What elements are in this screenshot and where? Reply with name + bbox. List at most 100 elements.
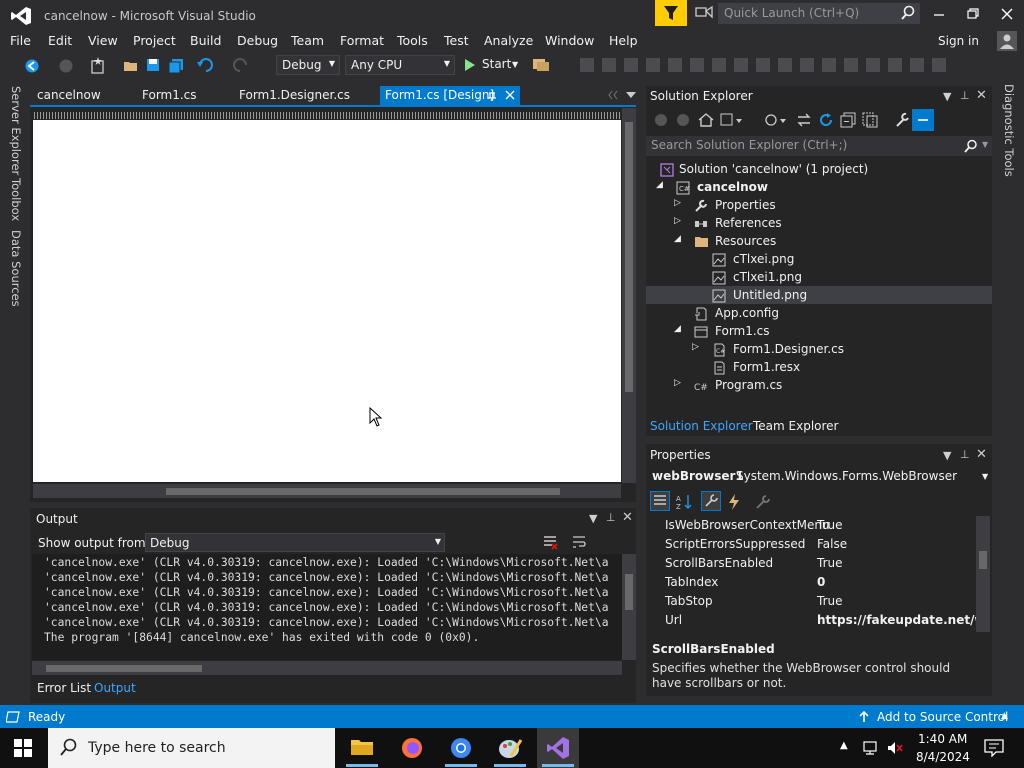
menu-build[interactable]: Build	[190, 33, 221, 48]
tray-chevron-up-icon[interactable]: ▲	[840, 740, 848, 751]
visual-studio-taskbar-button[interactable]	[537, 728, 579, 768]
menu-window[interactable]: Window	[545, 33, 594, 48]
windows-start-icon[interactable]	[14, 739, 32, 757]
browser-link-icon[interactable]	[532, 57, 552, 73]
property-row-tabindex[interactable]: TabIndex 0	[650, 573, 976, 592]
categorized-button[interactable]	[650, 491, 670, 511]
properties-vertical-scrollbar[interactable]	[976, 516, 990, 632]
tab-output[interactable]: Output	[94, 681, 136, 695]
wrench-icon[interactable]	[894, 112, 910, 128]
property-pages-icon[interactable]	[754, 493, 772, 511]
data-sources-tab[interactable]: Data Sources	[9, 230, 23, 307]
menu-tools[interactable]: Tools	[397, 33, 428, 48]
collapsed-arrow-icon[interactable]: ▷	[692, 342, 699, 352]
minimize-icon[interactable]	[930, 6, 948, 22]
tab-form1-designer-cs[interactable]: Form1.Designer.cs	[239, 88, 350, 105]
alphabetical-icon[interactable]: AZ	[675, 493, 693, 511]
menu-view[interactable]: View	[88, 33, 118, 48]
menu-test[interactable]: Test	[444, 33, 469, 48]
tab-list-dropdown-icon[interactable]	[626, 92, 636, 99]
designer-vertical-scroll-thumb[interactable]	[625, 122, 633, 392]
collapsed-arrow-icon[interactable]: ▷	[674, 216, 681, 226]
close-panel-icon[interactable]: ✕	[976, 88, 987, 103]
expanded-arrow-icon[interactable]: ◢	[674, 324, 681, 334]
sign-in-link[interactable]: Sign in	[938, 34, 979, 48]
webbrowser-control[interactable]	[33, 120, 621, 482]
properties-view-button[interactable]	[701, 491, 721, 511]
search-icon[interactable]	[964, 139, 978, 153]
add-to-source-control-button[interactable]: Add to Source Control	[877, 710, 1008, 724]
redo-icon[interactable]	[232, 57, 250, 73]
menu-debug[interactable]: Debug	[237, 33, 278, 48]
expanded-arrow-icon[interactable]: ◢	[674, 234, 681, 244]
notification-filter-icon[interactable]	[655, 0, 687, 26]
network-icon[interactable]	[862, 740, 880, 756]
pin-icon[interactable]: ⊥	[960, 448, 970, 461]
open-folder-icon[interactable]	[123, 58, 139, 74]
pin-icon[interactable]: ⊥	[960, 89, 970, 102]
server-explorer-tab[interactable]: Server Explorer	[9, 86, 23, 175]
menu-project[interactable]: Project	[133, 33, 176, 48]
menu-format[interactable]: Format	[340, 33, 384, 48]
pin-icon[interactable]: ⊥	[606, 511, 616, 524]
home-icon[interactable]	[698, 112, 714, 128]
menu-analyze[interactable]: Analyze	[484, 33, 533, 48]
pin-icon[interactable]	[487, 90, 497, 102]
designer-horizontal-scroll-thumb[interactable]	[166, 488, 560, 495]
clear-all-icon[interactable]	[542, 534, 558, 550]
file-explorer-icon[interactable]	[350, 737, 374, 757]
restore-icon[interactable]	[964, 6, 982, 22]
output-horizontal-scroll-thumb[interactable]	[46, 665, 202, 672]
property-row-tabstop[interactable]: TabStop True	[650, 592, 976, 611]
pending-changes-filter-icon[interactable]	[764, 112, 786, 128]
account-icon[interactable]	[997, 31, 1017, 51]
panel-dropdown-icon[interactable]: ▼	[589, 512, 597, 525]
forward-icon[interactable]	[58, 58, 74, 74]
taskbar-clock-date[interactable]: 8/4/2024	[916, 750, 970, 764]
property-row-scripterrorssuppressed[interactable]: ScriptErrorsSuppressed False	[650, 535, 976, 554]
panel-dropdown-icon[interactable]: ▼	[943, 449, 951, 462]
toolbox-tab[interactable]: Toolbox	[9, 178, 23, 221]
tab-cancelnow[interactable]: cancelnow	[37, 88, 101, 105]
output-text-area[interactable]: 'cancelnow.exe' (CLR v4.0.30319: canceln…	[32, 554, 622, 660]
menu-edit[interactable]: Edit	[48, 33, 72, 48]
back-icon[interactable]	[24, 58, 40, 74]
close-panel-icon[interactable]: ✕	[622, 510, 633, 525]
search-icon[interactable]	[900, 5, 916, 21]
quick-launch-input[interactable]: Quick Launch (Ctrl+Q)	[718, 3, 920, 24]
chrome-icon[interactable]	[449, 736, 473, 760]
save-all-icon[interactable]	[168, 58, 184, 74]
refresh-icon[interactable]	[818, 112, 834, 128]
close-panel-icon[interactable]: ✕	[976, 447, 987, 462]
switch-views-icon[interactable]	[720, 112, 742, 128]
taskbar-clock-time[interactable]: 1:40 AM	[918, 732, 967, 746]
preview-selected-items-button[interactable]	[912, 109, 934, 131]
tab-team-explorer[interactable]: Team Explorer	[753, 419, 839, 433]
save-icon[interactable]	[146, 58, 160, 72]
tab-form1-design[interactable]: Form1.cs [Design]	[380, 86, 520, 106]
forward-icon[interactable]	[676, 113, 690, 127]
tab-form1-cs[interactable]: Form1.cs	[142, 88, 197, 105]
tab-scroll-left-icon[interactable]	[608, 90, 620, 100]
show-all-files-icon[interactable]	[862, 112, 878, 128]
tab-error-list[interactable]: Error List	[37, 681, 91, 695]
property-row-scrollbarsenabled[interactable]: ScrollBarsEnabled True	[650, 554, 976, 573]
expanded-arrow-icon[interactable]: ◢	[656, 180, 663, 190]
output-source-dropdown[interactable]: Debug ▼	[145, 533, 445, 552]
chevron-up-icon[interactable]: ▲	[1001, 711, 1008, 721]
close-icon[interactable]	[998, 6, 1016, 22]
feedback-icon[interactable]	[694, 5, 714, 21]
word-wrap-icon[interactable]	[571, 534, 587, 550]
platform-dropdown[interactable]: Any CPU ▼	[345, 55, 455, 75]
property-row-url[interactable]: Url https://fakeupdate.net/win1	[650, 611, 976, 630]
collapsed-arrow-icon[interactable]: ▷	[674, 378, 681, 388]
tab-solution-explorer[interactable]: Solution Explorer	[650, 419, 753, 433]
properties-scroll-thumb[interactable]	[979, 551, 987, 569]
close-tab-icon[interactable]	[505, 90, 515, 100]
diagnostic-tools-tab[interactable]: Diagnostic Tools	[1002, 84, 1016, 177]
configuration-dropdown[interactable]: Debug ▼	[276, 55, 340, 75]
solution-search-input[interactable]: Search Solution Explorer (Ctrl+;) ▼	[646, 136, 992, 156]
property-row-iswebbrowsercontextmenu[interactable]: IsWebBrowserContextMenu True	[650, 516, 976, 535]
chevron-down-icon[interactable]: ▼	[982, 140, 988, 149]
menu-team[interactable]: Team	[291, 33, 324, 48]
